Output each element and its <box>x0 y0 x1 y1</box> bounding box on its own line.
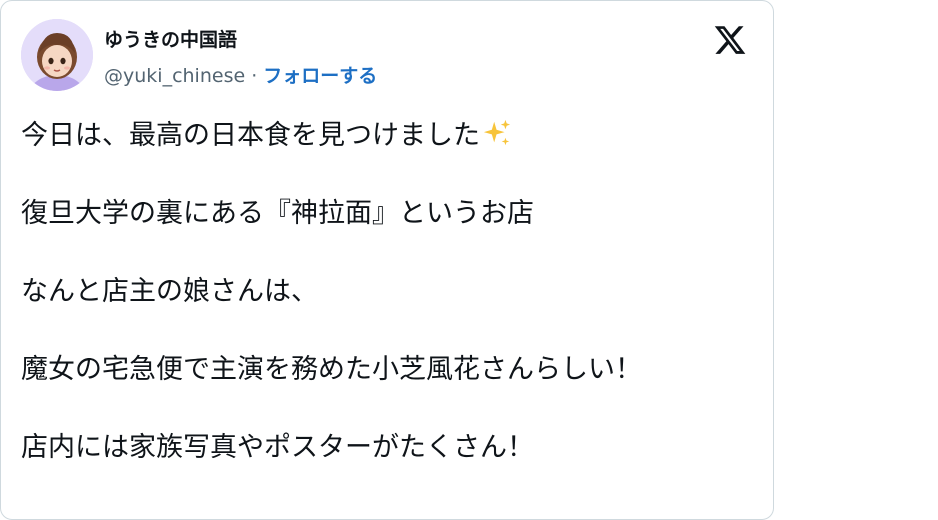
avatar-illustration <box>21 19 93 91</box>
tweet-text: 今日は、最高の日本食を見つけました <box>21 120 480 151</box>
sparkles-icon <box>483 119 511 146</box>
author-handle[interactable]: @yuki_chinese <box>104 65 245 87</box>
author-display-name[interactable]: ゆうきの中国語 <box>104 27 237 53</box>
meta-separator: · <box>245 65 264 87</box>
tweet-paragraph-3: なんと店主の娘さんは、 <box>21 276 318 307</box>
avatar[interactable] <box>21 19 93 91</box>
tweet-header: ゆうきの中国語 @yuki_chinese · フォローする <box>21 19 755 91</box>
tweet-paragraph-2: 復旦大学の裏にある『神拉面』というお店 <box>21 198 534 229</box>
tweet-paragraph-5: 店内には家族写真やポスターがたくさん！ <box>21 432 534 463</box>
tweet-body: 今日は、最高の日本食を見つけました 復旦大学の裏にある『神拉面』というお店 なん… <box>21 113 751 503</box>
tweet-paragraph-4: 魔女の宅急便で主演を務めた小芝風花さんらしい！ <box>21 354 642 385</box>
follow-button[interactable]: フォローする <box>263 65 377 87</box>
tweet-card: ゆうきの中国語 @yuki_chinese · フォローする 今日は、最高の日本… <box>0 0 774 520</box>
x-logo-icon[interactable] <box>713 23 747 57</box>
tweet-paragraph-1: 今日は、最高の日本食を見つけました <box>21 113 751 159</box>
author-meta-line: @yuki_chinese · フォローする <box>104 63 377 89</box>
